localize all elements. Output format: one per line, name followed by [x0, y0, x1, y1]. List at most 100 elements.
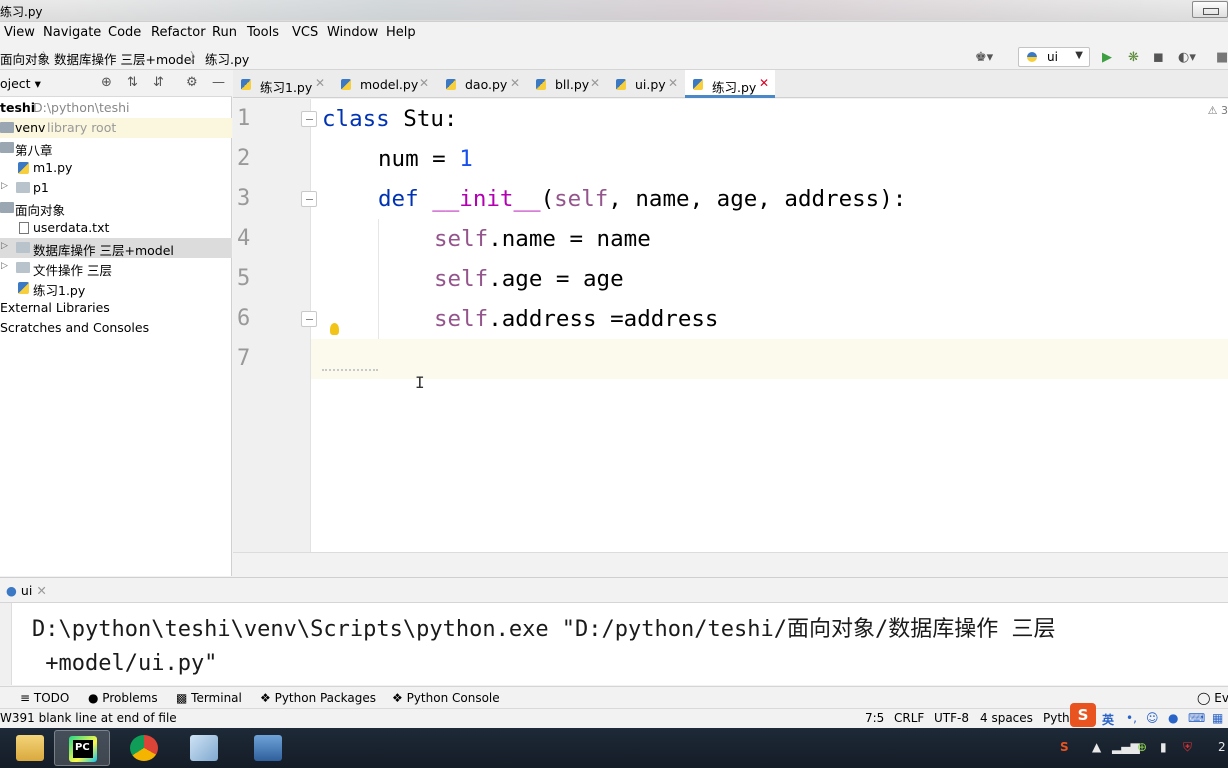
caret-position[interactable]: 7:5 [865, 711, 884, 725]
pycharm-icon: PC [69, 736, 97, 762]
hide-panel-icon[interactable]: — [212, 75, 225, 90]
profile-icon[interactable]: ◐▾ [1178, 50, 1196, 65]
chevron-right-icon[interactable]: ▷ [1, 181, 8, 191]
keyboard-icon[interactable]: ⌨ [1188, 711, 1205, 725]
close-icon[interactable]: ✕ [668, 76, 678, 90]
tree-item-practice1[interactable]: 练习1.py [0, 278, 232, 298]
lightbulb-icon[interactable] [330, 323, 339, 335]
sogou-tray-icon[interactable]: S [1060, 740, 1069, 754]
close-icon[interactable]: ✕ [36, 583, 46, 598]
punctuation-icon[interactable]: •, [1126, 711, 1137, 725]
taskbar-pycharm[interactable]: PC [54, 730, 110, 766]
close-icon[interactable]: ✕ [590, 76, 600, 90]
chevron-right-icon[interactable]: ▷ [1, 241, 8, 251]
show-hidden-icons[interactable]: ▲ [1092, 740, 1101, 754]
menu-refactor[interactable]: Refactor [151, 25, 206, 40]
console-output-line: D:\python\teshi\venv\Scripts\python.exe … [32, 617, 1056, 642]
run-configuration-select[interactable]: ui ▼ [1018, 47, 1090, 67]
tree-item-m1[interactable]: m1.py [0, 158, 232, 178]
chevron-right-icon[interactable]: ▷ [1, 261, 8, 271]
plus-circle-icon[interactable]: ⊕ [1137, 740, 1147, 754]
tree-item-userdata[interactable]: userdata.txt [0, 218, 232, 238]
indent-setting[interactable]: 4 spaces [980, 711, 1033, 725]
stop-icon[interactable]: ■ [1216, 50, 1228, 65]
restore-window-button[interactable] [1192, 1, 1228, 18]
ime-mode[interactable]: 英 [1102, 711, 1114, 728]
menu-code[interactable]: Code [108, 25, 141, 40]
expand-all-icon[interactable]: ⇅ [127, 75, 138, 90]
breadcrumb-package[interactable]: 数据库操作 三层+model [54, 49, 195, 68]
event-log-tool-button[interactable]: ◯ Eve [1197, 691, 1228, 705]
close-icon[interactable]: ✕ [510, 76, 520, 90]
collapse-all-icon[interactable]: ⇵ [153, 75, 164, 90]
run-tab[interactable]: ● ui ✕ [6, 583, 47, 598]
tree-item-db-package[interactable]: ▷ 数据库操作 三层+model [0, 238, 232, 258]
tab-practice[interactable]: 练习.py ✕ [685, 70, 775, 98]
taskbar-control-panel[interactable] [240, 730, 296, 766]
inspection-warnings-indicator[interactable]: ⚠ 3 [1208, 104, 1228, 117]
battery-icon[interactable]: ▮ [1160, 740, 1167, 754]
fold-marker-icon[interactable] [301, 311, 317, 327]
menu-window[interactable]: Window [327, 25, 378, 40]
chrome-icon [130, 735, 158, 761]
network-signal-icon[interactable]: ▂▄▆ [1112, 740, 1140, 754]
clock[interactable]: 2 [1218, 740, 1226, 754]
breadcrumb-file[interactable]: 练习.py [205, 49, 249, 68]
python-console-tool-button[interactable]: ❖ Python Console [392, 691, 500, 705]
microphone-icon[interactable]: ● [1168, 711, 1178, 725]
tab-practice1[interactable]: 练习1.py ✕ [233, 70, 333, 98]
tool-window-bar: ≡ TODO ● Problems ▩ Terminal ❖ Python Pa… [0, 686, 1228, 708]
coverage-icon[interactable]: ◼ [1153, 50, 1164, 65]
locate-file-icon[interactable]: ⊕ [101, 75, 112, 90]
menu-tools[interactable]: Tools [247, 25, 279, 40]
tree-item-label: venv [15, 120, 46, 135]
project-view-select[interactable]: oject ▾ [0, 76, 41, 91]
tree-item-file-ops[interactable]: ▷ 文件操作 三层 [0, 258, 232, 278]
menu-run[interactable]: Run [212, 25, 237, 40]
terminal-tool-button[interactable]: ▩ Terminal [176, 691, 242, 705]
tree-item-chapter8[interactable]: 第八章 [0, 138, 232, 158]
close-icon[interactable]: ✕ [759, 76, 769, 90]
debug-icon[interactable]: ❋ [1128, 50, 1139, 65]
toolbox-icon[interactable]: ▦ [1212, 711, 1223, 725]
menu-help[interactable]: Help [386, 25, 416, 40]
tree-item-oop[interactable]: 面向对象 [0, 198, 232, 218]
close-icon[interactable]: ✕ [315, 76, 325, 90]
tree-item-external-libraries[interactable]: External Libraries [0, 298, 232, 318]
tab-dao[interactable]: dao.py ✕ [438, 70, 528, 98]
tab-ui[interactable]: ui.py ✕ [608, 70, 685, 98]
line-separator[interactable]: CRLF [894, 711, 924, 725]
run-console[interactable]: D:\python\teshi\venv\Scripts\python.exe … [0, 603, 1228, 685]
line-number: 1 [237, 106, 251, 131]
menu-vcs[interactable]: VCS [292, 25, 318, 40]
close-icon[interactable]: ✕ [419, 76, 429, 90]
taskbar-notepad[interactable] [176, 730, 232, 766]
python-packages-tool-button[interactable]: ❖ Python Packages [260, 691, 376, 705]
fold-marker-icon[interactable] [301, 191, 317, 207]
menu-view[interactable]: View [4, 25, 35, 40]
taskbar-chrome[interactable] [116, 730, 172, 766]
fold-marker-icon[interactable] [301, 111, 317, 127]
tree-item-p1[interactable]: ▷ p1 [0, 178, 232, 198]
todo-tool-button[interactable]: ≡ TODO [20, 691, 69, 705]
problems-tool-button[interactable]: ● Problems [88, 691, 158, 705]
tree-item-venv[interactable]: venv library root [0, 118, 232, 138]
window-title: 练习.py [0, 5, 43, 19]
code-editor[interactable]: 1 2 3 4 5 6 7 ⚠ 3 class Stu: num = 1 def… [233, 99, 1228, 552]
security-shield-icon[interactable]: ⛨ [1183, 740, 1192, 755]
warning-underline [322, 369, 378, 371]
menu-navigate[interactable]: Navigate [43, 25, 101, 40]
tree-item-scratches[interactable]: Scratches and Consoles [0, 318, 232, 338]
user-account-icon[interactable]: ♚▾ [975, 50, 993, 65]
current-line-highlight [233, 339, 1228, 379]
tab-bll[interactable]: bll.py ✕ [528, 70, 608, 98]
gear-icon[interactable]: ⚙ [186, 75, 198, 90]
emoji-icon[interactable]: ☺ [1146, 711, 1159, 725]
tree-root[interactable]: teshi D:\python\teshi [0, 98, 232, 118]
file-encoding[interactable]: UTF-8 [934, 711, 969, 725]
run-icon[interactable]: ▶ [1102, 50, 1112, 65]
sogou-ime-icon[interactable]: S [1070, 703, 1096, 727]
tab-model[interactable]: model.py ✕ [333, 70, 433, 98]
taskbar-file-explorer[interactable] [2, 730, 58, 766]
python-file-icon [536, 79, 546, 90]
